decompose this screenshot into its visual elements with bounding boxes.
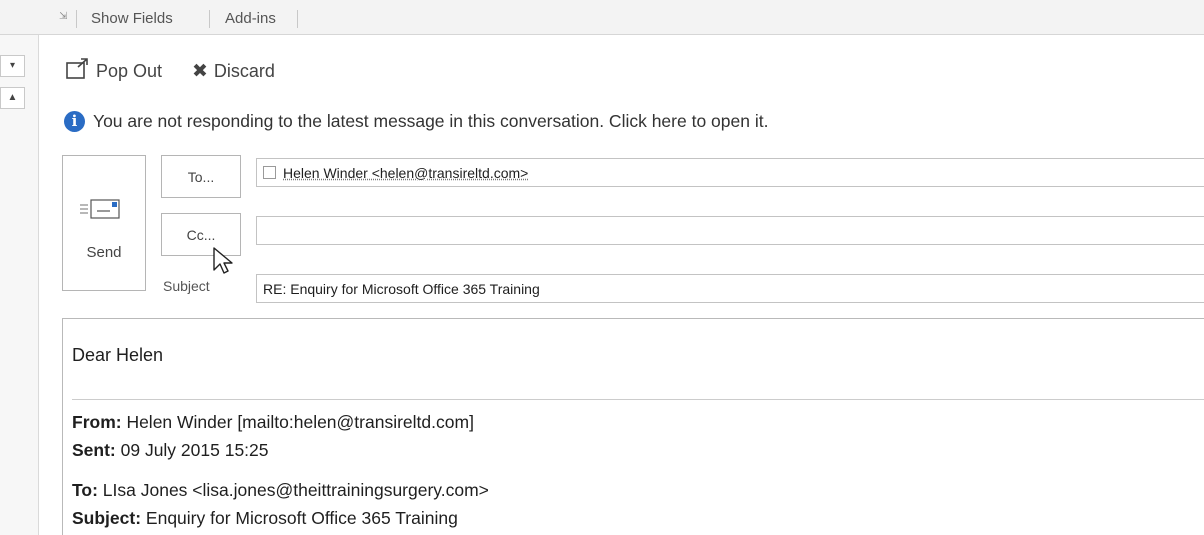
ribbon-separator: [297, 10, 298, 28]
close-x-icon: ✖: [192, 60, 208, 82]
quoted-from-line: From: Helen Winder [mailto:helen@transir…: [72, 412, 474, 433]
subject-label: Subject: [163, 278, 210, 294]
show-fields-button[interactable]: Show Fields: [91, 10, 173, 28]
send-button[interactable]: Send: [62, 155, 146, 291]
pop-out-icon: [66, 57, 90, 85]
add-ins-button[interactable]: Add-ins: [225, 10, 276, 28]
subject-field[interactable]: RE: Enquiry for Microsoft Office 365 Tra…: [256, 274, 1204, 303]
dropdown-arrow-button[interactable]: ▾: [0, 55, 25, 77]
info-icon: i: [64, 110, 85, 132]
left-column-border: [38, 35, 39, 535]
mouse-pointer-icon: [212, 246, 238, 281]
left-scroll-column: [0, 35, 39, 535]
chevron-up-icon: ▲: [7, 92, 18, 103]
quoted-to-line: To: LIsa Jones <lisa.jones@theittraining…: [72, 480, 489, 501]
body-greeting: Dear Helen: [72, 345, 164, 365]
quoted-sent-label: Sent:: [72, 440, 116, 460]
quoted-sent-value: 09 July 2015 15:25: [115, 440, 269, 460]
quoted-subject-label: Subject:: [72, 508, 142, 528]
discard-button[interactable]: ✖ Discard: [192, 58, 275, 84]
envelope-icon: [80, 196, 130, 227]
info-banner-text: You are not responding to the latest mes…: [93, 110, 769, 131]
quoted-subject-line: Subject: Enquiry for Microsoft Office 36…: [72, 508, 458, 529]
quoted-sent-line: Sent: 09 July 2015 15:25: [72, 440, 269, 461]
quoted-from-label: From:: [72, 412, 122, 432]
ribbon-strip: ⇲ Show Fields Add-ins: [0, 0, 1204, 35]
to-field[interactable]: Helen Winder <helen@transireltd.com>: [256, 158, 1204, 187]
pop-out-button[interactable]: Pop Out: [66, 57, 163, 85]
quoted-separator: [72, 399, 1204, 400]
quoted-from-value: Helen Winder [mailto:helen@transireltd.c…: [121, 412, 474, 432]
scroll-up-button[interactable]: ▲: [0, 87, 25, 109]
send-label: Send: [86, 244, 122, 261]
info-banner[interactable]: i You are not responding to the latest m…: [64, 108, 768, 134]
dialog-launcher-icon[interactable]: ⇲: [59, 12, 69, 22]
quoted-subject-value: Enquiry for Microsoft Office 365 Trainin…: [141, 508, 458, 528]
cc-field[interactable]: [256, 216, 1204, 245]
to-button[interactable]: To...: [161, 155, 241, 198]
chevron-down-icon: ▾: [9, 60, 16, 71]
ribbon-separator: [209, 10, 210, 28]
recipient-chip[interactable]: Helen Winder <helen@transireltd.com>: [283, 165, 528, 181]
ribbon-separator: [76, 10, 77, 28]
quoted-to-value: LIsa Jones <lisa.jones@theittrainingsurg…: [97, 480, 489, 500]
pop-out-label: Pop Out: [96, 60, 163, 81]
discard-label: Discard: [213, 60, 275, 81]
recipient-checkbox: [263, 166, 276, 179]
quoted-to-label: To:: [72, 480, 98, 500]
